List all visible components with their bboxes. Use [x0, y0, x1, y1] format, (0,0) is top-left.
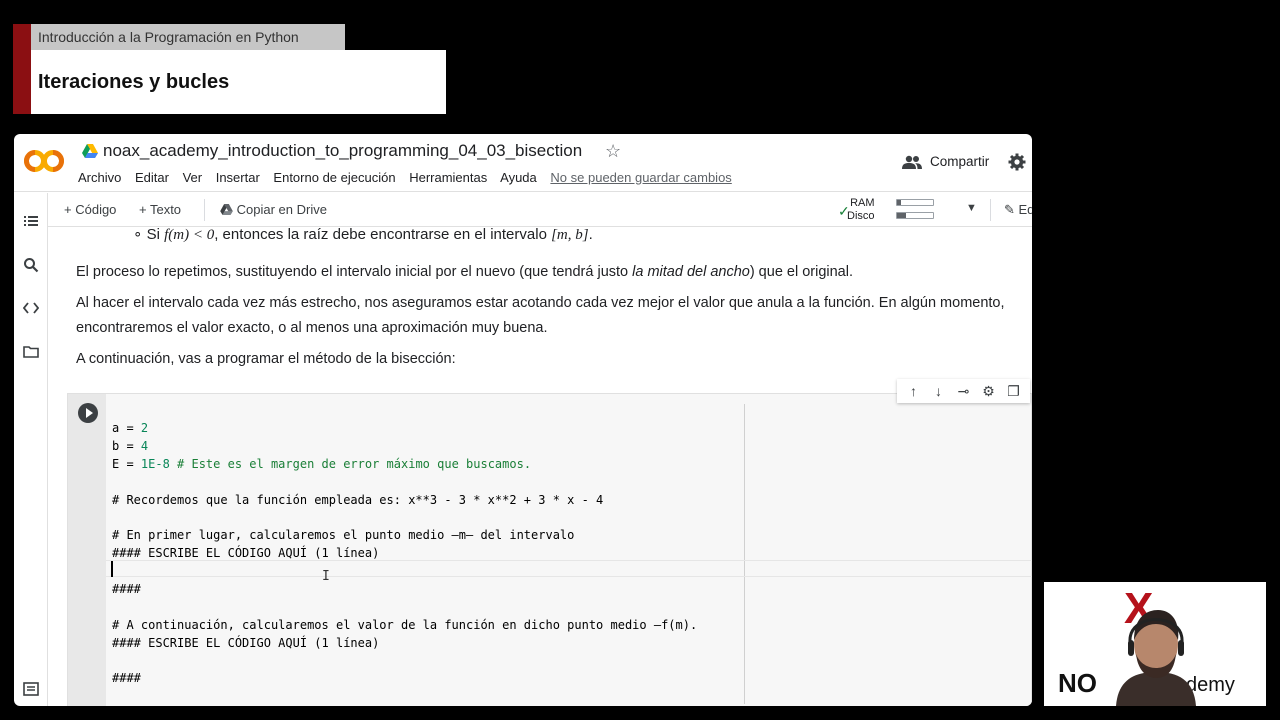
- code-cell[interactable]: I a = 2 b = 4 E = 1E-8 # Este es el marg…: [67, 393, 1032, 706]
- paragraph-2-line-1: Al hacer el intervalo cada vez más estre…: [76, 295, 1005, 311]
- code-comment-line[interactable]: # Recordemos que la función empleada es:…: [112, 492, 603, 509]
- share-label: Compartir: [930, 154, 990, 169]
- paragraph-2-line-2: encontraremos el valor exacto, o al meno…: [76, 320, 548, 336]
- cell-toolbar: ↑ ↓ ⊸ ⚙ ❐: [897, 379, 1030, 403]
- disk-label: Disco: [847, 210, 875, 222]
- code-number: 2: [140, 421, 149, 435]
- text-cursor: [111, 561, 113, 577]
- code-snippets-icon[interactable]: [23, 300, 39, 316]
- disk-meter: [896, 212, 934, 219]
- table-of-contents-icon[interactable]: [23, 213, 39, 229]
- code-var-e: E =: [112, 457, 141, 471]
- menu-edit[interactable]: Editar: [135, 170, 169, 185]
- video-frame: Introducción a la Programación en Python…: [0, 0, 1280, 720]
- settings-gear-icon[interactable]: [1008, 153, 1026, 171]
- code-line[interactable]: a = 2: [112, 420, 148, 437]
- code-comment-line[interactable]: # A continuación, calcularemos el valor …: [112, 617, 697, 634]
- edit-label: Editar: [1018, 202, 1032, 217]
- notebook-header: noax_academy_introduction_to_programming…: [14, 134, 1032, 192]
- colab-logo: [24, 150, 64, 172]
- move-up-icon[interactable]: ↑: [901, 383, 926, 399]
- google-drive-icon: [82, 144, 98, 158]
- people-icon: [902, 155, 922, 169]
- code-line[interactable]: E = 1E-8 # Este es el margen de error má…: [112, 456, 531, 473]
- line-length-ruler: [744, 404, 745, 704]
- mouse-ibeam-cursor: I: [322, 569, 330, 584]
- add-text-button[interactable]: + Texto: [139, 202, 181, 217]
- code-comment-line[interactable]: #### ESCRIBE EL CÓDIGO AQUÍ (1 línea): [112, 635, 379, 652]
- code-comment: # Este es el margen de error máximo que …: [169, 457, 532, 471]
- toolbar-divider: [204, 199, 205, 221]
- bullet-text: , entonces la raíz debe encontrarse en e…: [214, 227, 547, 243]
- code-line[interactable]: b = 4: [112, 438, 148, 455]
- title-accent-bar: [13, 24, 31, 114]
- menu-view[interactable]: Ver: [183, 170, 203, 185]
- course-title: Introducción a la Programación en Python: [31, 24, 345, 50]
- copy-to-drive-label: Copiar en Drive: [236, 202, 327, 217]
- colab-window: noax_academy_introduction_to_programming…: [14, 134, 1032, 706]
- bullet-prefix: Si: [146, 227, 160, 243]
- menu-tools[interactable]: Herramientas: [409, 170, 487, 185]
- toolbar-divider-2: [990, 199, 991, 221]
- code-comment-line[interactable]: ####: [112, 581, 141, 598]
- resource-monitor[interactable]: RAM Disco: [847, 197, 875, 223]
- cell-settings-icon[interactable]: ⚙: [976, 383, 1001, 400]
- brand-logo-left: NO: [1058, 668, 1097, 698]
- paragraph-3: A continuación, vas a programar el métod…: [76, 351, 456, 367]
- left-sidebar: [14, 193, 48, 706]
- text-bullet: ∘ Si f(m) < 0, entonces la raíz debe enc…: [133, 227, 593, 244]
- code-var-a: a =: [112, 421, 141, 435]
- move-down-icon[interactable]: ↓: [926, 383, 951, 399]
- link-icon[interactable]: ⊸: [951, 383, 976, 400]
- terminal-icon[interactable]: [23, 681, 39, 697]
- cell-gutter: [68, 394, 106, 706]
- share-button[interactable]: Compartir: [902, 154, 989, 169]
- paragraph-1: El proceso lo repetimos, sustituyendo el…: [76, 260, 853, 284]
- bullet-end: .: [588, 227, 593, 243]
- bullet-marker: ∘: [133, 227, 147, 243]
- code-var-b: b =: [112, 439, 141, 453]
- disk-meter-fill: [897, 213, 906, 218]
- notebook-toolbar: + Código + Texto Copiar en Drive ✓ RAM D…: [48, 193, 1032, 227]
- webcam-overlay: X NO demy: [1044, 582, 1266, 706]
- bullet-interval: [m, b]: [551, 227, 589, 243]
- run-cell-button[interactable]: [78, 403, 98, 423]
- paragraph-1-emphasis: la mitad del ancho: [632, 264, 750, 280]
- notebook-content: ∘ Si f(m) < 0, entonces la raíz debe enc…: [49, 227, 1032, 706]
- ram-meter: [896, 199, 934, 206]
- add-code-label: Código: [75, 202, 117, 217]
- ram-meter-fill: [897, 200, 901, 205]
- edit-button[interactable]: ✎ Editar: [1004, 202, 1032, 218]
- code-comment-line[interactable]: # En primer lugar, calcularemos el punto…: [112, 527, 574, 544]
- copy-to-drive-button[interactable]: Copiar en Drive: [220, 202, 327, 217]
- menu-runtime[interactable]: Entorno de ejecución: [273, 170, 395, 185]
- mirror-cell-icon[interactable]: ❐: [1001, 383, 1026, 400]
- code-comment-line[interactable]: ####: [112, 670, 141, 687]
- bullet-math: f(m) < 0: [164, 227, 215, 243]
- code-number: 4: [140, 439, 149, 453]
- presenter-video: [1116, 610, 1196, 706]
- menu-help[interactable]: Ayuda: [500, 170, 537, 185]
- chevron-down-icon[interactable]: ▼: [966, 202, 977, 214]
- unsaved-changes-link[interactable]: No se pueden guardar cambios: [550, 170, 731, 185]
- menu-file[interactable]: Archivo: [78, 170, 121, 185]
- lesson-title: Iteraciones y bucles: [31, 50, 446, 114]
- star-icon[interactable]: ☆: [605, 141, 621, 162]
- current-line-highlight: [106, 560, 1032, 577]
- paragraph-1-a: El proceso lo repetimos, sustituyendo el…: [76, 264, 633, 280]
- add-code-button[interactable]: + Código: [64, 202, 116, 217]
- code-number: 1E-8: [140, 457, 170, 471]
- folder-icon[interactable]: [23, 344, 39, 360]
- menu-insert[interactable]: Insertar: [216, 170, 260, 185]
- add-text-label: Texto: [149, 202, 182, 217]
- notebook-title[interactable]: noax_academy_introduction_to_programming…: [103, 141, 582, 161]
- paragraph-1-b: ) que el original.: [749, 264, 853, 280]
- ram-label: RAM: [850, 197, 875, 209]
- search-icon[interactable]: [23, 257, 39, 273]
- drive-small-icon: [220, 204, 233, 215]
- menu-bar: Archivo Editar Ver Insertar Entorno de e…: [78, 170, 742, 185]
- code-comment-line[interactable]: #### ESCRIBE EL CÓDIGO AQUÍ (1 línea): [112, 545, 379, 562]
